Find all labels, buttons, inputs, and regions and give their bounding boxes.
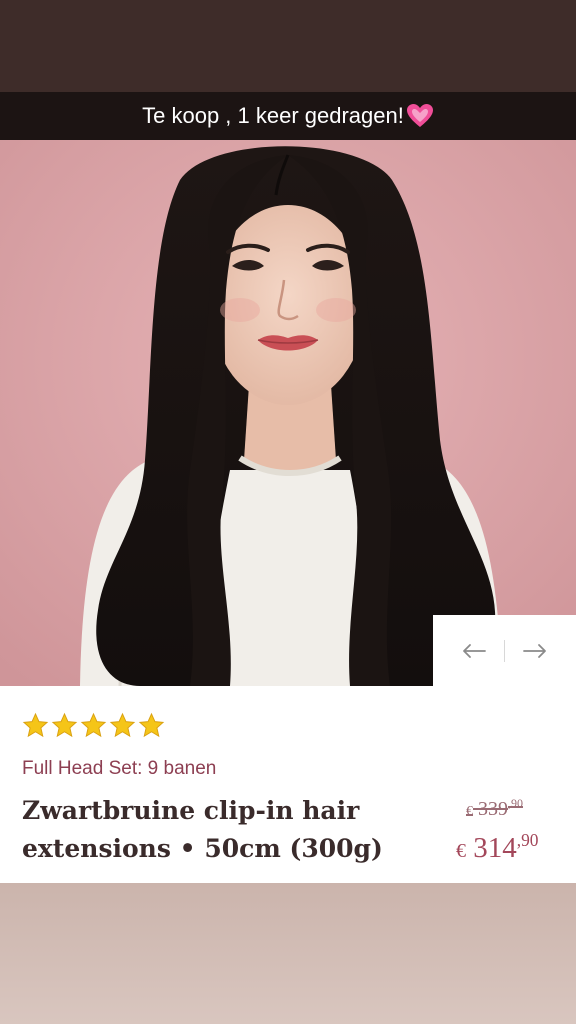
star-icon xyxy=(22,712,49,738)
product-title[interactable]: Zwartbruine clip-in hair extensions • 50… xyxy=(22,792,442,868)
arrow-right-icon xyxy=(523,643,546,658)
product-variant: Full Head Set: 9 banen xyxy=(22,758,217,779)
old-price-currency: € xyxy=(466,804,473,819)
caption-text: Te koop , 1 keer gedragen! xyxy=(142,103,404,128)
price-cents: ,90 xyxy=(516,830,539,850)
original-price: € 339,90 xyxy=(466,796,523,821)
product-title-line-1: Zwartbruine clip-in hair xyxy=(22,796,360,825)
arrow-left-icon xyxy=(463,643,486,658)
previous-image-button[interactable] xyxy=(444,631,504,671)
star-icon xyxy=(80,712,107,738)
old-price-main: 339 xyxy=(478,798,508,820)
star-icon xyxy=(109,712,136,738)
story-bottom-band xyxy=(0,883,576,1024)
story-caption: Te koop , 1 keer gedragen! xyxy=(0,92,576,140)
price-main: 314 xyxy=(473,832,517,864)
product-title-line-2: extensions • 50cm (300g) xyxy=(22,834,383,863)
product-photo xyxy=(0,140,576,686)
story-top-band xyxy=(0,0,576,92)
gallery-nav xyxy=(433,615,576,686)
next-image-button[interactable] xyxy=(505,631,565,671)
model-portrait xyxy=(0,140,576,686)
price-currency: € xyxy=(456,840,466,862)
old-price-cents: ,90 xyxy=(508,796,523,810)
star-icon xyxy=(51,712,78,738)
sale-price: € 314,90 xyxy=(456,830,539,865)
star-icon xyxy=(138,712,165,738)
product-card[interactable]: Full Head Set: 9 banen Zwartbruine clip-… xyxy=(0,686,576,883)
star-rating xyxy=(22,712,165,739)
pink-heart-icon xyxy=(406,104,433,127)
